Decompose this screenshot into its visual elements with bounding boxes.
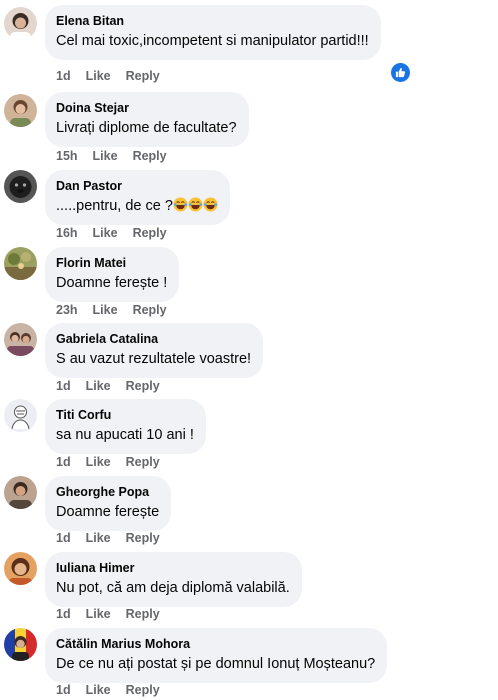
avatar[interactable] [4, 323, 37, 356]
avatar[interactable] [4, 628, 37, 661]
laughing-emoji [188, 197, 203, 212]
timestamp[interactable]: 1d [56, 454, 71, 470]
comment-actions: 1d Like Reply [56, 454, 175, 470]
avatar[interactable] [4, 170, 37, 203]
reply-button[interactable]: Reply [133, 225, 167, 241]
comment-bubble: Titi Corfu sa nu apucati 10 ani ! [45, 399, 206, 454]
comment-actions: 1d Like Reply [56, 68, 175, 84]
avatar[interactable] [4, 399, 37, 432]
timestamp[interactable]: 16h [56, 225, 78, 241]
author-name[interactable]: Titi Corfu [56, 407, 194, 423]
like-button[interactable]: Like [93, 225, 118, 241]
timestamp[interactable]: 1d [56, 606, 71, 622]
comment-item: Iuliana Himer Nu pot, că am deja diplomă… [0, 548, 498, 624]
reply-button[interactable]: Reply [126, 378, 160, 394]
laughing-emoji [173, 197, 188, 212]
avatar[interactable] [4, 247, 37, 280]
avatar[interactable] [4, 94, 37, 127]
comment-bubble: Gabriela Catalina S au vazut rezultatele… [45, 323, 264, 378]
comment-actions: 1d Like Reply [56, 530, 175, 546]
timestamp[interactable]: 1d [56, 530, 71, 546]
comments-thread: Elena Bitan Cel mai toxic,incompetent si… [0, 0, 498, 700]
reply-button[interactable]: Reply [126, 454, 160, 470]
avatar[interactable] [4, 7, 37, 40]
reply-button[interactable]: Reply [126, 68, 160, 84]
comment-actions: 1d Like Reply [56, 606, 175, 622]
timestamp[interactable]: 23h [56, 302, 78, 318]
author-name[interactable]: Florin Matei [56, 255, 167, 271]
comment-actions: 16h Like Reply [56, 225, 182, 241]
comment-actions: 15h Like Reply [56, 148, 182, 164]
author-name[interactable]: Elena Bitan [56, 13, 369, 29]
author-name[interactable]: Gheorghe Popa [56, 484, 159, 500]
comment-bubble: Dan Pastor .....pentru, de ce ? [45, 170, 230, 225]
comment-text: S au vazut rezultatele voastre! [56, 351, 252, 367]
comment-bubble: Doina Stejar Livrați diplome de facultat… [45, 92, 249, 147]
timestamp[interactable]: 15h [56, 148, 78, 164]
timestamp[interactable]: 1d [56, 682, 71, 698]
like-button[interactable]: Like [86, 606, 111, 622]
author-name[interactable]: Doina Stejar [56, 100, 237, 116]
comment-text: sa nu apucati 10 ani ! [56, 427, 194, 443]
like-button[interactable]: Like [93, 302, 118, 318]
timestamp[interactable]: 1d [56, 68, 71, 84]
comment-bubble: Elena Bitan Cel mai toxic,incompetent si… [45, 5, 381, 60]
comment-item: Gabriela Catalina S au vazut rezultatele… [0, 319, 498, 395]
comment-text: Doamne ferește ! [56, 275, 168, 291]
author-name[interactable]: Iuliana Himer [56, 560, 290, 576]
like-button[interactable]: Like [86, 682, 111, 698]
reply-button[interactable]: Reply [126, 606, 160, 622]
comment-item: Gheorghe Popa Doamne ferește 1d Like Rep… [0, 472, 498, 548]
comment-item: Elena Bitan Cel mai toxic,incompetent si… [0, 0, 498, 83]
author-name[interactable]: Cătălin Marius Mohora [56, 636, 375, 652]
comment-bubble: Florin Matei Doamne ferește ! [45, 247, 180, 302]
comment-text: .....pentru, de ce ? [56, 196, 218, 216]
reply-button[interactable]: Reply [126, 530, 160, 546]
comment-text: De ce nu ați postat și pe domnul Ionuț M… [56, 656, 376, 672]
timestamp[interactable]: 1d [56, 378, 71, 394]
like-button[interactable]: Like [86, 378, 111, 394]
comment-text: Nu pot, că am deja diplomă valabilă. [56, 580, 290, 596]
like-reaction-icon[interactable] [391, 63, 410, 82]
reply-button[interactable]: Reply [126, 682, 160, 698]
comment-bubble: Iuliana Himer Nu pot, că am deja diplomă… [45, 552, 302, 607]
comment-bubble: Gheorghe Popa Doamne ferește [45, 476, 172, 531]
like-button[interactable]: Like [93, 148, 118, 164]
comment-item: Florin Matei Doamne ferește ! 23h Like R… [0, 243, 498, 319]
author-name[interactable]: Gabriela Catalina [56, 331, 251, 347]
like-button[interactable]: Like [86, 530, 111, 546]
laughing-emoji [203, 197, 218, 212]
avatar[interactable] [4, 552, 37, 585]
comment-item: Dan Pastor .....pentru, de ce ? 16h Like… [0, 166, 498, 242]
reply-button[interactable]: Reply [133, 302, 167, 318]
comment-item: Cătălin Marius Mohora De ce nu ați posta… [0, 624, 498, 700]
comment-text: Doamne ferește [56, 504, 160, 520]
author-name[interactable]: Dan Pastor [56, 178, 218, 194]
comment-bubble: Cătălin Marius Mohora De ce nu ați posta… [45, 628, 388, 683]
comment-text: Livrați diplome de facultate? [56, 120, 237, 136]
like-button[interactable]: Like [86, 454, 111, 470]
like-button[interactable]: Like [86, 68, 111, 84]
comment-item: Titi Corfu sa nu apucati 10 ani ! 1d Lik… [0, 395, 498, 471]
reply-button[interactable]: Reply [133, 148, 167, 164]
comment-text-content: .....pentru, de ce ? [56, 198, 173, 214]
comment-actions: 23h Like Reply [56, 302, 182, 318]
avatar[interactable] [4, 476, 37, 509]
comment-actions: 1d Like Reply [56, 682, 175, 698]
comment-item: Doina Stejar Livrați diplome de facultat… [0, 88, 498, 164]
comment-actions: 1d Like Reply [56, 378, 175, 394]
comment-text: Cel mai toxic,incompetent si manipulator… [56, 33, 369, 49]
